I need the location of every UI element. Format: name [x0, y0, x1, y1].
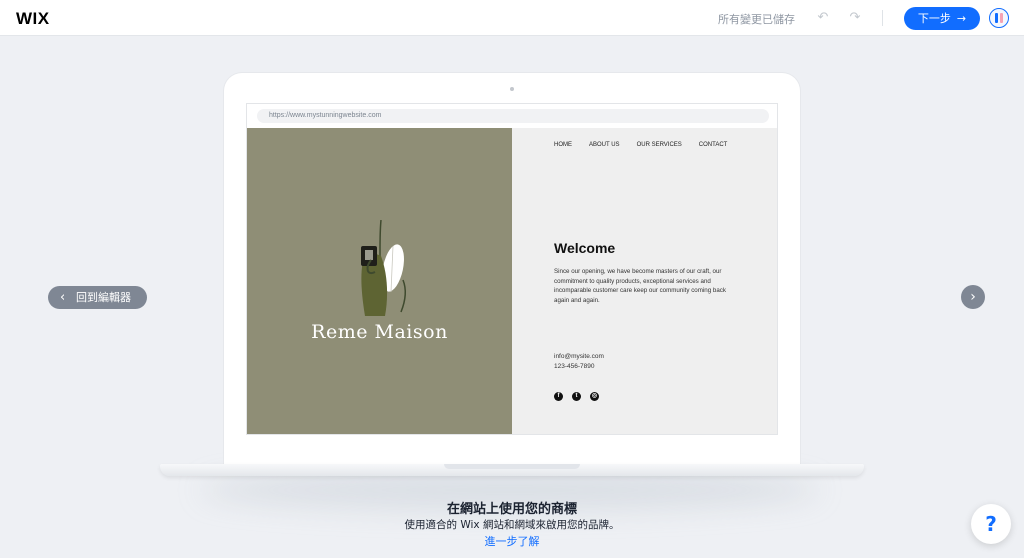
- instagram-icon[interactable]: ◎: [590, 392, 599, 401]
- redo-icon[interactable]: ↷: [846, 9, 864, 27]
- twitter-icon[interactable]: t: [572, 392, 581, 401]
- next-preview-button[interactable]: ›: [961, 285, 985, 309]
- intro-paragraph: Since our opening, we have become master…: [554, 268, 726, 304]
- site-nav-contact[interactable]: CONTACT: [699, 142, 728, 148]
- question-icon: ?: [985, 512, 997, 536]
- next-step-button[interactable]: 下一步 →: [904, 7, 980, 30]
- laptop-base: [160, 464, 864, 476]
- site-nav: HOME ABOUT US OUR SERVICES CONTACT: [554, 142, 744, 148]
- site-nav-services[interactable]: OUR SERVICES: [637, 142, 682, 148]
- account-avatar[interactable]: [989, 8, 1009, 28]
- undo-icon[interactable]: ↶: [814, 9, 832, 27]
- contact-phone: 123-456-7890: [554, 363, 595, 370]
- contact-email: info@mysite.com: [554, 353, 604, 360]
- social-links: f t ◎: [554, 384, 608, 402]
- facebook-icon[interactable]: f: [554, 392, 563, 401]
- brand-panel: Reme Maison: [247, 128, 512, 434]
- url-field: https://www.mystunningwebsite.com: [257, 109, 769, 123]
- learn-more-link[interactable]: 進一步了解: [0, 533, 1024, 549]
- brand-logo-illustration: [361, 220, 406, 316]
- brand-name: Reme Maison: [311, 321, 448, 343]
- top-bar: WIX 所有變更已儲存 ↶ ↷ 下一步 →: [0, 0, 1024, 36]
- website-preview: https://www.mystunningwebsite.com Reme M…: [246, 103, 778, 435]
- browser-bar: https://www.mystunningwebsite.com: [247, 104, 777, 128]
- save-status-text: 所有變更已儲存: [718, 13, 795, 26]
- arrow-right-icon: →: [956, 12, 967, 25]
- help-button[interactable]: ?: [971, 504, 1011, 544]
- site-nav-about[interactable]: ABOUT US: [589, 142, 620, 148]
- avatar-bar: [995, 13, 998, 23]
- caption-subtitle: 使用適合的 Wix 網站和網域來啟用您的品牌。: [404, 519, 620, 531]
- back-to-editor-button[interactable]: ‹ 回到編輯器: [48, 286, 147, 309]
- back-to-editor-label: 回到編輯器: [76, 291, 131, 304]
- chevron-right-icon: ›: [970, 289, 976, 305]
- site-nav-home[interactable]: HOME: [554, 142, 572, 148]
- caption-title: 在網站上使用您的商標: [446, 502, 577, 517]
- chevron-left-icon: ‹: [60, 290, 66, 305]
- site-content: HOME ABOUT US OUR SERVICES CONTACT Welcome …: [512, 128, 777, 434]
- welcome-heading: Welcome: [554, 240, 616, 256]
- laptop-notch: [444, 464, 580, 469]
- laptop-mockup: https://www.mystunningwebsite.com Reme M…: [224, 73, 800, 471]
- camera-dot: [510, 87, 514, 91]
- avatar-bar: [1000, 13, 1003, 23]
- divider: [882, 10, 883, 26]
- next-step-label: 下一步: [917, 12, 951, 25]
- wix-logo[interactable]: WIX: [16, 9, 50, 29]
